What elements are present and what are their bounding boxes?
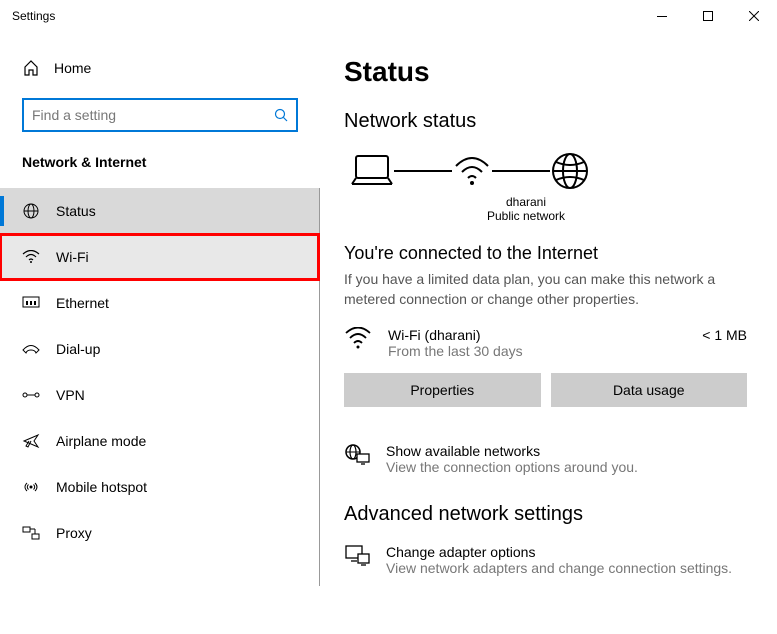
show-networks-desc: View the connection options around you.: [386, 459, 638, 475]
search-icon: [274, 108, 288, 122]
minimize-button[interactable]: [639, 0, 685, 32]
connected-title: You're connected to the Internet: [344, 243, 747, 264]
connector-line: [492, 170, 550, 172]
window-controls: [639, 0, 777, 32]
proxy-icon: [22, 526, 40, 540]
nav-item-wifi[interactable]: Wi-Fi: [0, 234, 319, 280]
titlebar: Settings: [0, 0, 777, 32]
properties-button[interactable]: Properties: [344, 373, 541, 407]
window-title: Settings: [12, 9, 55, 23]
ethernet-icon: [22, 296, 40, 310]
nav-list: Status Wi-Fi Ethernet Dial-up VPN Airpla…: [0, 188, 320, 586]
wifi-icon: [344, 327, 372, 349]
hotspot-icon: [22, 479, 40, 495]
nav-item-airplane[interactable]: Airplane mode: [0, 418, 319, 464]
data-usage-button[interactable]: Data usage: [551, 373, 748, 407]
nav-label: Dial-up: [56, 341, 100, 357]
nav-item-dialup[interactable]: Dial-up: [0, 326, 319, 372]
home-label: Home: [54, 60, 91, 76]
nav-item-status[interactable]: Status: [0, 188, 319, 234]
airplane-icon: [22, 432, 40, 450]
nav-item-vpn[interactable]: VPN: [0, 372, 319, 418]
diagram-labels: dharani Public network: [436, 195, 616, 223]
globe-monitor-icon: [22, 202, 40, 220]
category-title: Network & Internet: [0, 154, 320, 170]
sidebar: Home Network & Internet Status Wi-Fi Eth…: [0, 32, 320, 634]
adapter-icon: [344, 544, 370, 576]
connected-desc: If you have a limited data plan, you can…: [344, 270, 747, 309]
nav-label: Airplane mode: [56, 433, 146, 449]
maximize-button[interactable]: [685, 0, 731, 32]
nav-label: Mobile hotspot: [56, 479, 147, 495]
home-icon: [22, 60, 40, 76]
wifi-info-row: Wi-Fi (dharani) From the last 30 days < …: [344, 327, 747, 359]
adapter-option[interactable]: Change adapter options View network adap…: [344, 544, 747, 576]
show-networks-option[interactable]: Show available networks View the connect…: [344, 443, 747, 475]
wifi-name: Wi-Fi (dharani): [388, 327, 686, 343]
data-amount: < 1 MB: [702, 327, 747, 343]
advanced-heading: Advanced network settings: [344, 503, 747, 526]
page-title: Status: [344, 56, 747, 88]
dialup-icon: [22, 343, 40, 355]
globe-icon: [550, 151, 590, 191]
nav-label: Proxy: [56, 525, 92, 541]
laptop-icon: [350, 154, 394, 188]
search-input[interactable]: [32, 107, 262, 123]
nav-item-hotspot[interactable]: Mobile hotspot: [0, 464, 319, 510]
adapter-desc: View network adapters and change connect…: [386, 560, 732, 576]
network-status-heading: Network status: [344, 110, 747, 133]
ssid-label: dharani: [436, 195, 616, 209]
wifi-icon: [22, 250, 40, 264]
nav-label: Status: [56, 203, 96, 219]
button-row: Properties Data usage: [344, 373, 747, 407]
show-networks-title: Show available networks: [386, 443, 638, 459]
vpn-icon: [22, 388, 40, 402]
nav-label: Wi-Fi: [56, 249, 89, 265]
nav-label: Ethernet: [56, 295, 109, 311]
globe-monitor-icon: [344, 443, 370, 475]
wifi-diagram-icon: [452, 154, 492, 188]
network-type-label: Public network: [436, 209, 616, 223]
nav-item-ethernet[interactable]: Ethernet: [0, 280, 319, 326]
network-diagram: [344, 151, 747, 191]
nav-label: VPN: [56, 387, 85, 403]
wifi-sub: From the last 30 days: [388, 343, 686, 359]
connector-line: [394, 170, 452, 172]
close-button[interactable]: [731, 0, 777, 32]
home-link[interactable]: Home: [0, 52, 320, 84]
main-panel: Status Network status dharani Public net…: [320, 32, 777, 634]
nav-item-proxy[interactable]: Proxy: [0, 510, 319, 556]
search-box[interactable]: [22, 98, 298, 132]
adapter-title: Change adapter options: [386, 544, 732, 560]
